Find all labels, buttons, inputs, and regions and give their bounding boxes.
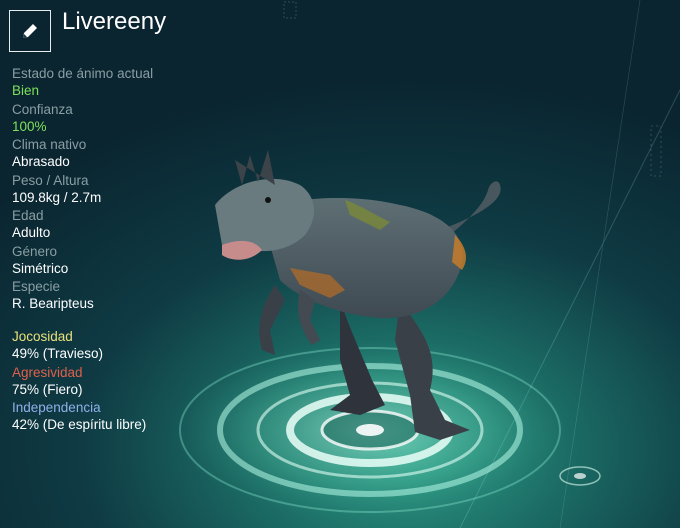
trait-independence: Independencia 42% (De espíritu libre): [12, 400, 232, 436]
trait-label: Agresividad: [12, 364, 83, 380]
stat-value: Simétrico: [12, 260, 69, 276]
trait-value: 42% (De espíritu libre): [12, 417, 147, 432]
trait-value: 49% (Travieso): [12, 346, 104, 361]
holo-platform: [170, 340, 601, 520]
edit-name-button[interactable]: [9, 10, 51, 52]
stat-label: Peso / Altura: [12, 172, 89, 188]
stat-label: Clima nativo: [12, 137, 87, 152]
stat-species: Especie R. Bearipteus: [12, 279, 232, 315]
stat-value: Adulto: [12, 225, 51, 240]
pencil-icon: [23, 24, 37, 38]
stat-label: Especie: [12, 279, 61, 294]
stat-value: 109.8kg / 2.7m: [12, 189, 102, 205]
trait-aggression: Agresividad 75% (Fiero): [12, 365, 232, 401]
stat-value: Bien: [12, 83, 40, 98]
stat-label: Género: [12, 243, 58, 259]
stat-weight-height: Peso / Altura 109.8kg / 2.7m: [12, 173, 232, 209]
stat-age: Edad Adulto: [12, 208, 232, 244]
stat-label: Edad: [12, 208, 44, 223]
trait-playfulness: Jocosidad 49% (Travieso): [12, 329, 232, 365]
stat-label: Estado de ánimo actual: [12, 66, 154, 81]
stat-mood: Estado de ánimo actual Bien: [12, 66, 232, 102]
stat-gender: Género Simétrico: [12, 244, 232, 280]
stats-panel: Estado de ánimo actual Bien Confianza 10…: [12, 66, 232, 315]
trait-value: 75% (Fiero): [12, 381, 83, 397]
personality-panel: Jocosidad 49% (Travieso) Agresividad 75%…: [12, 329, 232, 436]
creature-name: Livereeny: [62, 8, 167, 35]
trait-label: Independencia: [12, 400, 101, 415]
stat-value: 100%: [12, 118, 47, 134]
stat-value: Abrasado: [12, 154, 70, 169]
trait-label: Jocosidad: [12, 329, 73, 344]
stat-confidence: Confianza 100%: [12, 102, 232, 138]
stat-climate: Clima nativo Abrasado: [12, 137, 232, 173]
stat-value: R. Bearipteus: [12, 296, 94, 311]
stat-label: Confianza: [12, 101, 73, 117]
